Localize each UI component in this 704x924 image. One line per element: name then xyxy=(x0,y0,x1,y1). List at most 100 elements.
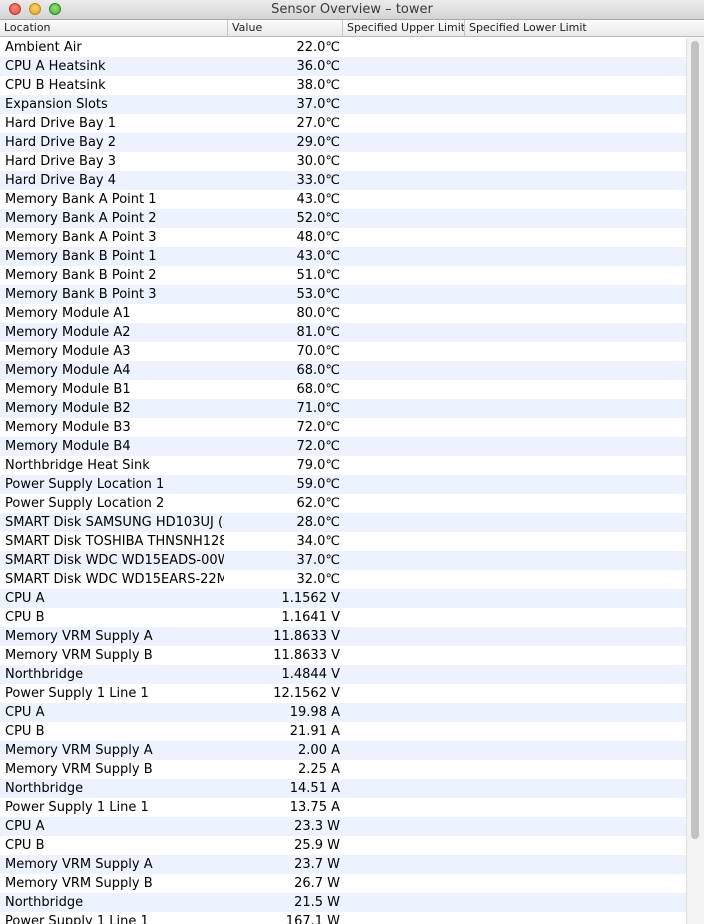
row-value: 30.0℃ xyxy=(296,154,340,169)
window-title: Sensor Overview – tower xyxy=(271,2,433,17)
table-row[interactable]: CPU A 19.98 A xyxy=(0,703,686,722)
row-location: Power Supply 1 Line 1 xyxy=(5,686,149,701)
table-row[interactable]: Memory Bank A Point 2 52.0℃ xyxy=(0,209,686,228)
row-location: Hard Drive Bay 4 xyxy=(5,173,117,188)
table-row[interactable]: Memory VRM Supply A 2.00 A xyxy=(0,741,686,760)
table-row[interactable]: Memory Bank B Point 3 53.0℃ xyxy=(0,285,686,304)
table-row[interactable]: Memory Module B2 71.0℃ xyxy=(0,399,686,418)
table-row[interactable]: Memory Module B1 68.0℃ xyxy=(0,380,686,399)
row-value: 13.75 A xyxy=(289,800,340,815)
table-row[interactable]: Northbridge 14.51 A xyxy=(0,779,686,798)
table-row[interactable]: Hard Drive Bay 2 29.0℃ xyxy=(0,133,686,152)
row-location: Memory VRM Supply B xyxy=(5,762,153,777)
table-row[interactable]: Memory VRM Supply B 26.7 W xyxy=(0,874,686,893)
table-row[interactable]: CPU A 23.3 W xyxy=(0,817,686,836)
table-row[interactable]: Power Supply Location 1 59.0℃ xyxy=(0,475,686,494)
row-value: 22.0℃ xyxy=(296,40,340,55)
table-row[interactable]: CPU B Heatsink 38.0℃ xyxy=(0,76,686,95)
row-value: 59.0℃ xyxy=(296,477,340,492)
row-value: 37.0℃ xyxy=(296,553,340,568)
table-row[interactable]: Ambient Air 22.0℃ xyxy=(0,38,686,57)
row-value: 29.0℃ xyxy=(296,135,340,150)
title-bar[interactable]: Sensor Overview – tower xyxy=(0,0,704,20)
row-location: Memory VRM Supply A xyxy=(5,743,153,758)
row-location: Memory Bank A Point 2 xyxy=(5,211,157,226)
table-row[interactable]: Memory Bank A Point 1 43.0℃ xyxy=(0,190,686,209)
table-row[interactable]: Hard Drive Bay 1 27.0℃ xyxy=(0,114,686,133)
table-row[interactable]: Memory Module A3 70.0℃ xyxy=(0,342,686,361)
row-value: 52.0℃ xyxy=(296,211,340,226)
row-location: Memory Module B2 xyxy=(5,401,131,416)
row-location: Memory Bank B Point 1 xyxy=(5,249,157,264)
table-header: Location Value Specified Upper Limit Spe… xyxy=(0,20,704,37)
table-row[interactable]: Memory VRM Supply A 11.8633 V xyxy=(0,627,686,646)
row-value: 72.0℃ xyxy=(296,420,340,435)
table-row[interactable]: SMART Disk WDC WD15EARS-22M 32.0℃ xyxy=(0,570,686,589)
row-location: Memory VRM Supply B xyxy=(5,876,153,891)
table-row[interactable]: Hard Drive Bay 3 30.0℃ xyxy=(0,152,686,171)
table-row[interactable]: CPU B 1.1641 V xyxy=(0,608,686,627)
table-row[interactable]: CPU B 25.9 W xyxy=(0,836,686,855)
row-value: 1.1641 V xyxy=(281,610,340,625)
row-value: 43.0℃ xyxy=(296,249,340,264)
row-value: 23.7 W xyxy=(294,857,340,872)
row-location: Power Supply Location 2 xyxy=(5,496,165,511)
table-row[interactable]: Memory Bank A Point 3 48.0℃ xyxy=(0,228,686,247)
row-value: 34.0℃ xyxy=(296,534,340,549)
table-row[interactable]: CPU B 21.91 A xyxy=(0,722,686,741)
column-header-lower-limit[interactable]: Specified Lower Limit xyxy=(465,20,589,36)
table-row[interactable]: Memory Bank B Point 1 43.0℃ xyxy=(0,247,686,266)
row-value: 48.0℃ xyxy=(296,230,340,245)
row-location: Power Supply Location 1 xyxy=(5,477,165,492)
row-value: 21.91 A xyxy=(289,724,340,739)
row-location: Memory Module B3 xyxy=(5,420,131,435)
column-header-location[interactable]: Location xyxy=(0,20,228,36)
column-header-upper-limit[interactable]: Specified Upper Limit xyxy=(343,20,465,36)
row-location: Memory Bank A Point 3 xyxy=(5,230,157,245)
table-row[interactable]: CPU A 1.1562 V xyxy=(0,589,686,608)
row-value: 71.0℃ xyxy=(296,401,340,416)
table-row[interactable]: Memory Module B3 72.0℃ xyxy=(0,418,686,437)
row-value: 36.0℃ xyxy=(296,59,340,74)
row-location: Memory Module A2 xyxy=(5,325,131,340)
table-row[interactable]: Northbridge 1.4844 V xyxy=(0,665,686,684)
row-location: Northbridge Heat Sink xyxy=(5,458,150,473)
table-row[interactable]: Memory VRM Supply A 23.7 W xyxy=(0,855,686,874)
row-value: 33.0℃ xyxy=(296,173,340,188)
row-value: 14.51 A xyxy=(289,781,340,796)
table-row[interactable]: CPU A Heatsink 36.0℃ xyxy=(0,57,686,76)
table-row[interactable]: SMART Disk SAMSUNG HD103UJ (S 28.0℃ xyxy=(0,513,686,532)
row-value: 37.0℃ xyxy=(296,97,340,112)
table-row[interactable]: Hard Drive Bay 4 33.0℃ xyxy=(0,171,686,190)
row-location: Memory VRM Supply B xyxy=(5,648,153,663)
row-location: Northbridge xyxy=(5,667,84,682)
row-value: 70.0℃ xyxy=(296,344,340,359)
table-row[interactable]: Memory Bank B Point 2 51.0℃ xyxy=(0,266,686,285)
table-row[interactable]: SMART Disk WDC WD15EADS-00W 37.0℃ xyxy=(0,551,686,570)
table-row[interactable]: Memory VRM Supply B 2.25 A xyxy=(0,760,686,779)
vertical-scrollbar[interactable] xyxy=(686,38,704,924)
table-row[interactable]: Expansion Slots 37.0℃ xyxy=(0,95,686,114)
table-row[interactable]: Power Supply 1 Line 1 13.75 A xyxy=(0,798,686,817)
table-row[interactable]: Power Supply 1 Line 1 167.1 W xyxy=(0,912,686,924)
column-header-value[interactable]: Value xyxy=(228,20,343,36)
table-row[interactable]: Power Supply 1 Line 1 12.1562 V xyxy=(0,684,686,703)
table-row[interactable]: Memory Module A4 68.0℃ xyxy=(0,361,686,380)
row-location: Memory Bank B Point 3 xyxy=(5,287,157,302)
table-row[interactable]: Memory Module A2 81.0℃ xyxy=(0,323,686,342)
table-row[interactable]: Memory VRM Supply B 11.8633 V xyxy=(0,646,686,665)
table-row[interactable]: SMART Disk TOSHIBA THNSNH128(34.0℃ xyxy=(0,532,686,551)
row-location: Power Supply 1 Line 1 xyxy=(5,914,149,924)
table-row[interactable]: Northbridge Heat Sink 79.0℃ xyxy=(0,456,686,475)
row-value: 51.0℃ xyxy=(296,268,340,283)
row-value: 2.25 A xyxy=(298,762,340,777)
row-location: CPU A xyxy=(5,819,45,834)
table-row[interactable]: Northbridge 21.5 W xyxy=(0,893,686,912)
row-location: Northbridge xyxy=(5,895,84,910)
table-row[interactable]: Memory Module B4 72.0℃ xyxy=(0,437,686,456)
table-row[interactable]: Memory Module A1 80.0℃ xyxy=(0,304,686,323)
scrollbar-thumb[interactable] xyxy=(691,41,699,839)
table-row[interactable]: Power Supply Location 2 62.0℃ xyxy=(0,494,686,513)
row-value: 53.0℃ xyxy=(296,287,340,302)
row-location: CPU B xyxy=(5,610,45,625)
